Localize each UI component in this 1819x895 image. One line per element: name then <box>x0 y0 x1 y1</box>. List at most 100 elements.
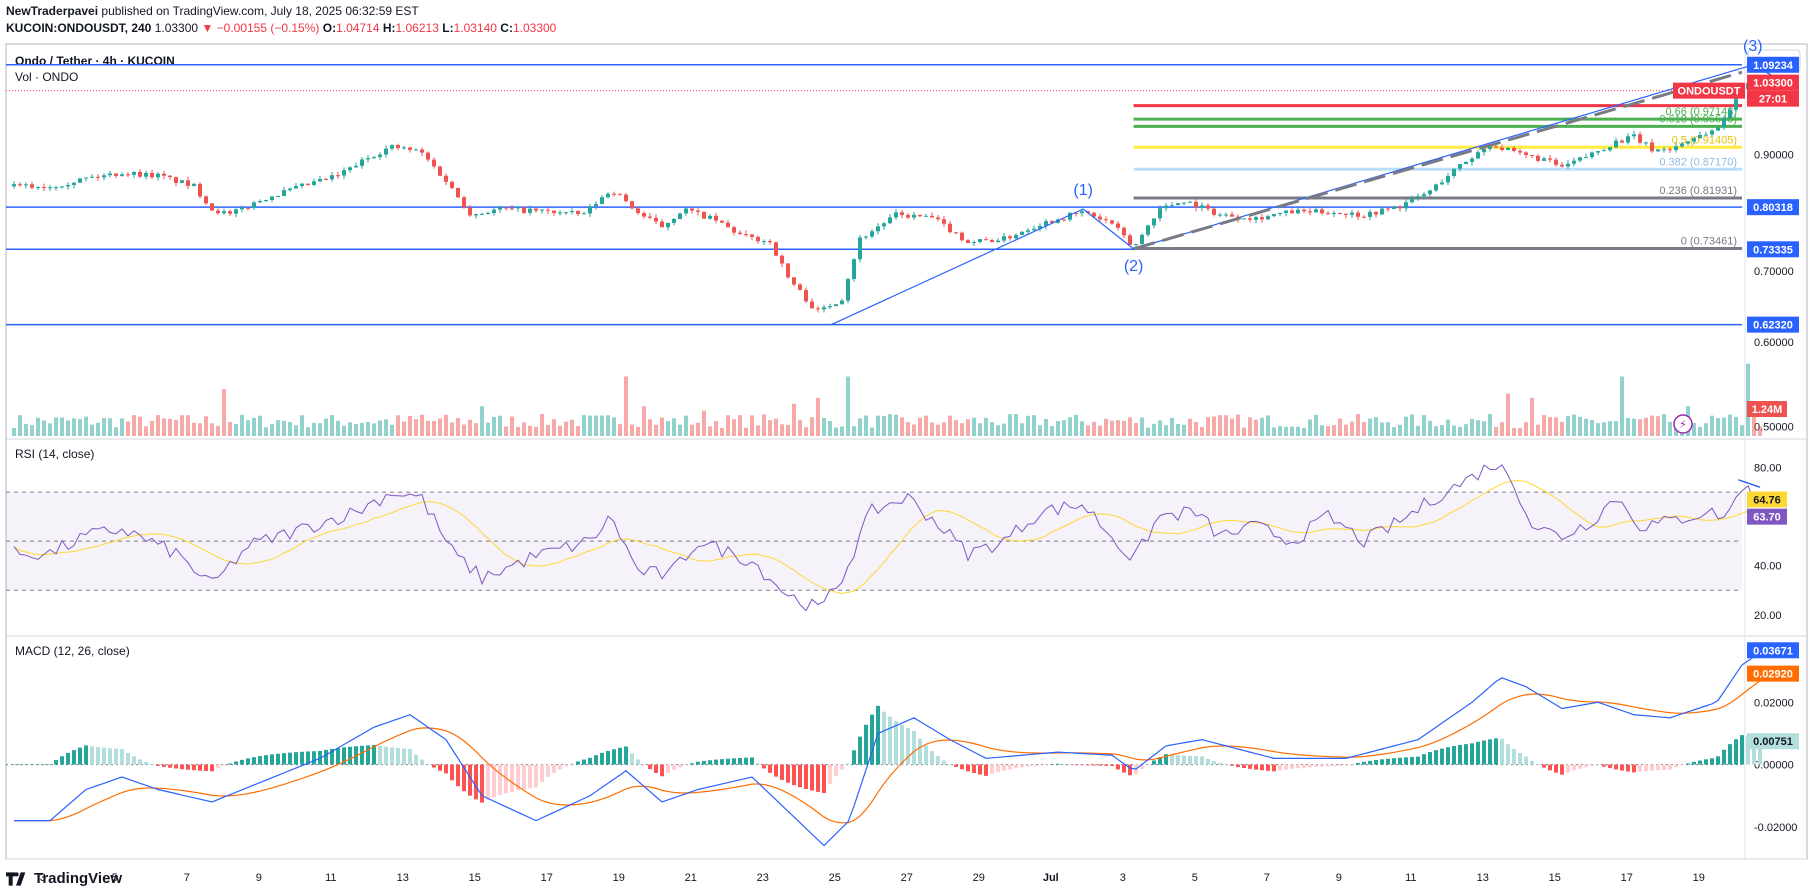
macd-histogram-bar <box>522 764 526 790</box>
volume-bar <box>1476 420 1480 436</box>
candle-body <box>612 193 616 195</box>
candle-body <box>348 167 352 171</box>
volume-bar <box>1632 418 1636 436</box>
volume-bar <box>234 423 238 436</box>
candle-body <box>1728 109 1732 118</box>
candle-body <box>1566 163 1570 167</box>
price-axis-label: 0.80318 <box>1753 202 1793 214</box>
time-tick-label: 11 <box>1405 872 1416 884</box>
candle-body <box>1272 214 1276 217</box>
volume-bar <box>1236 414 1240 436</box>
volume-bar <box>1362 422 1366 436</box>
volume-bar <box>1452 425 1456 436</box>
volume-bar <box>630 424 634 436</box>
candle-body <box>378 154 382 158</box>
macd-histogram-bar <box>258 756 262 765</box>
macd-histogram-bar <box>1278 764 1282 771</box>
candle-body <box>798 284 802 290</box>
candle-body <box>1560 164 1564 167</box>
volume-bar <box>120 418 124 436</box>
macd-histogram-bar <box>234 761 238 765</box>
candle-body <box>474 214 478 216</box>
macd-value-label: 0.03671 <box>1753 645 1793 657</box>
macd-histogram-bar <box>1032 764 1036 766</box>
volume-bar <box>504 426 508 436</box>
macd-histogram-bar <box>1662 764 1666 770</box>
volume-bar <box>60 417 64 436</box>
volume-bar <box>570 419 574 436</box>
candle-body <box>1440 182 1444 185</box>
volume-bar <box>558 425 562 436</box>
macd-value-label: 0.00751 <box>1753 736 1793 748</box>
candle-body <box>1662 149 1666 151</box>
macd-histogram-bar <box>1236 764 1240 767</box>
volume-bar <box>1704 423 1708 436</box>
macd-histogram-bar <box>426 763 430 765</box>
macd-histogram-bar <box>1038 764 1042 766</box>
rsi-divergence-line <box>1738 479 1761 488</box>
candle-body <box>1368 211 1372 217</box>
candle-body <box>810 301 814 309</box>
volume-bar <box>288 422 292 436</box>
volume-bar <box>390 424 394 436</box>
candle-body <box>1032 228 1036 231</box>
candle-body <box>1524 152 1528 155</box>
macd-histogram-bar <box>1068 764 1072 766</box>
candle-body <box>222 211 226 214</box>
volume-bar <box>1374 417 1378 436</box>
candle-body <box>1260 217 1264 220</box>
volume-bar <box>960 423 964 436</box>
volume-bar <box>1002 423 1006 436</box>
candle-body <box>510 208 514 210</box>
macd-histogram-bar <box>78 747 82 765</box>
volume-bar <box>1050 426 1054 436</box>
macd-histogram-bar <box>1182 755 1186 765</box>
candle-body <box>696 210 700 212</box>
candle-body <box>624 194 628 202</box>
candle-body <box>1404 202 1408 209</box>
candle-body <box>306 183 310 185</box>
candle-body <box>432 159 436 167</box>
candle-body <box>1674 146 1678 151</box>
volume-bar <box>690 424 694 436</box>
wave-label: (3) <box>1743 38 1763 55</box>
volume-bar <box>996 425 1000 436</box>
candle-body <box>972 242 976 244</box>
volume-bar <box>54 417 58 436</box>
volume-bar <box>1602 422 1606 436</box>
candle-body <box>978 239 982 243</box>
volume-bar <box>966 419 970 436</box>
volume-bar <box>792 403 796 436</box>
candle-body <box>678 213 682 219</box>
candle-body <box>1002 236 1006 241</box>
macd-histogram-bar <box>1176 755 1180 765</box>
volume-bar <box>582 415 586 436</box>
time-tick-label: Jul <box>1043 872 1059 884</box>
volume-bar <box>834 427 838 436</box>
macd-histogram-bar <box>408 748 412 765</box>
chart-canvas[interactable]: Ondo / Tether · 4h · KUCOIN Vol · ONDO RSI… <box>0 0 1819 895</box>
candle-body <box>276 195 280 197</box>
volume-bar <box>300 415 304 436</box>
volume-bar <box>1662 414 1666 436</box>
macd-histogram-bar <box>1350 764 1354 765</box>
volume-bar <box>552 419 556 436</box>
macd-histogram-bar <box>1428 752 1432 765</box>
macd-histogram-bar <box>1518 753 1522 765</box>
volume-bar <box>228 422 232 436</box>
macd-histogram-bar <box>960 764 964 770</box>
volume-bar <box>162 418 166 436</box>
candle-body <box>486 213 490 215</box>
volume-bar <box>168 418 172 436</box>
candle-body <box>822 307 826 310</box>
macd-histogram-bar <box>1398 757 1402 765</box>
macd-histogram-bar <box>600 752 604 765</box>
candle-body <box>1170 205 1174 207</box>
candle-body <box>588 206 592 214</box>
volume-bar <box>1464 424 1468 436</box>
candle-body <box>930 215 934 218</box>
volume-bar <box>1302 427 1306 436</box>
footer-brand[interactable]: TradingView <box>6 870 122 887</box>
macd-histogram-bar <box>696 761 700 765</box>
candle-body <box>204 196 208 204</box>
